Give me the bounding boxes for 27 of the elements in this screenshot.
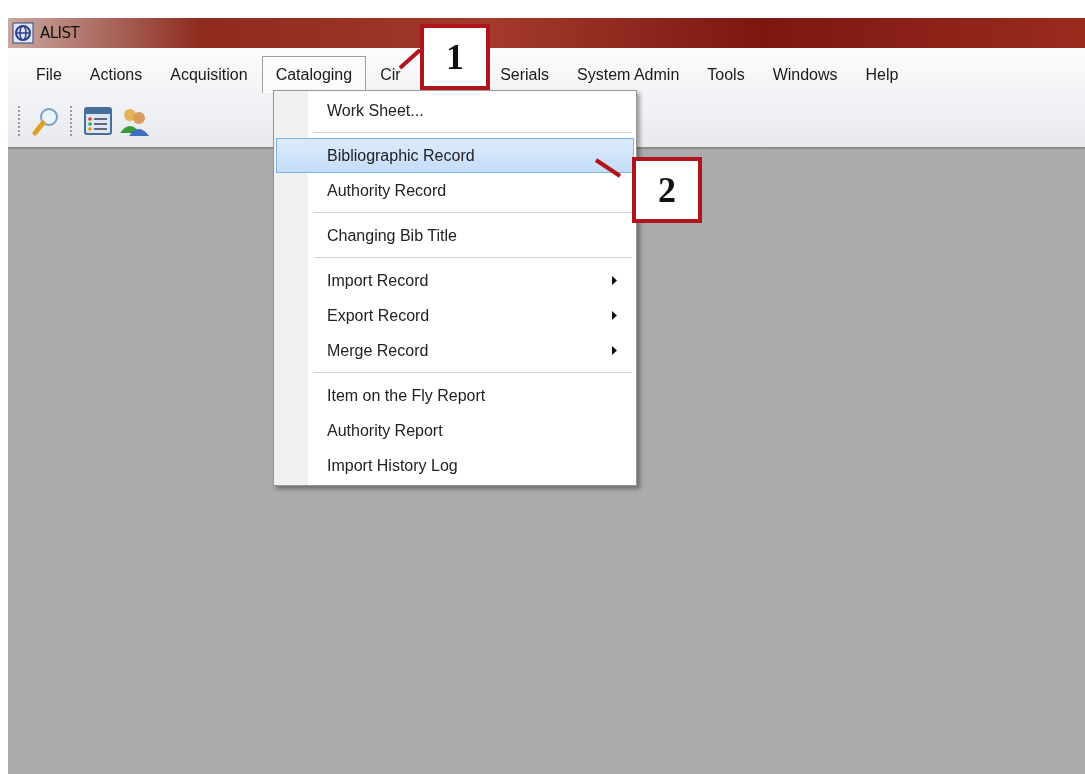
submenu-arrow-icon [612, 346, 617, 355]
menu-item[interactable]: Acquisition [156, 56, 262, 93]
menu-item[interactable]: Cataloging [261, 56, 367, 93]
menu-entry[interactable]: Authority Record [276, 173, 634, 208]
callout-marker: 2 [632, 157, 702, 223]
window-title: ALIST [40, 24, 80, 42]
menu-item[interactable]: System Admin [563, 56, 694, 93]
menu-entry[interactable]: Changing Bib Title [276, 218, 634, 253]
menu-item[interactable]: Help [851, 56, 913, 93]
menu-entry[interactable]: Export Record [276, 298, 634, 333]
menu-entry[interactable]: Bibliographic Record [276, 138, 634, 173]
menu-entry[interactable]: Merge Record [276, 333, 634, 368]
leader-line [398, 48, 422, 70]
submenu-arrow-icon [612, 311, 617, 320]
menu-item[interactable]: File [22, 56, 76, 93]
callout-marker: 1 [420, 24, 490, 90]
menu-entry[interactable]: Authority Report [276, 413, 634, 448]
menu-entry[interactable]: Import History Log [276, 448, 634, 483]
leader-line [594, 158, 622, 178]
form-list-icon[interactable] [82, 105, 114, 137]
menu-item[interactable]: Actions [75, 56, 157, 93]
menu-entry[interactable]: Item on the Fly Report [276, 378, 634, 413]
menu-entry[interactable]: Import Record [276, 263, 634, 298]
menu-item[interactable]: Windows [758, 56, 852, 93]
submenu-arrow-icon [612, 276, 617, 285]
app-globe-icon [12, 22, 34, 44]
menu-item[interactable]: Tools [693, 56, 759, 93]
